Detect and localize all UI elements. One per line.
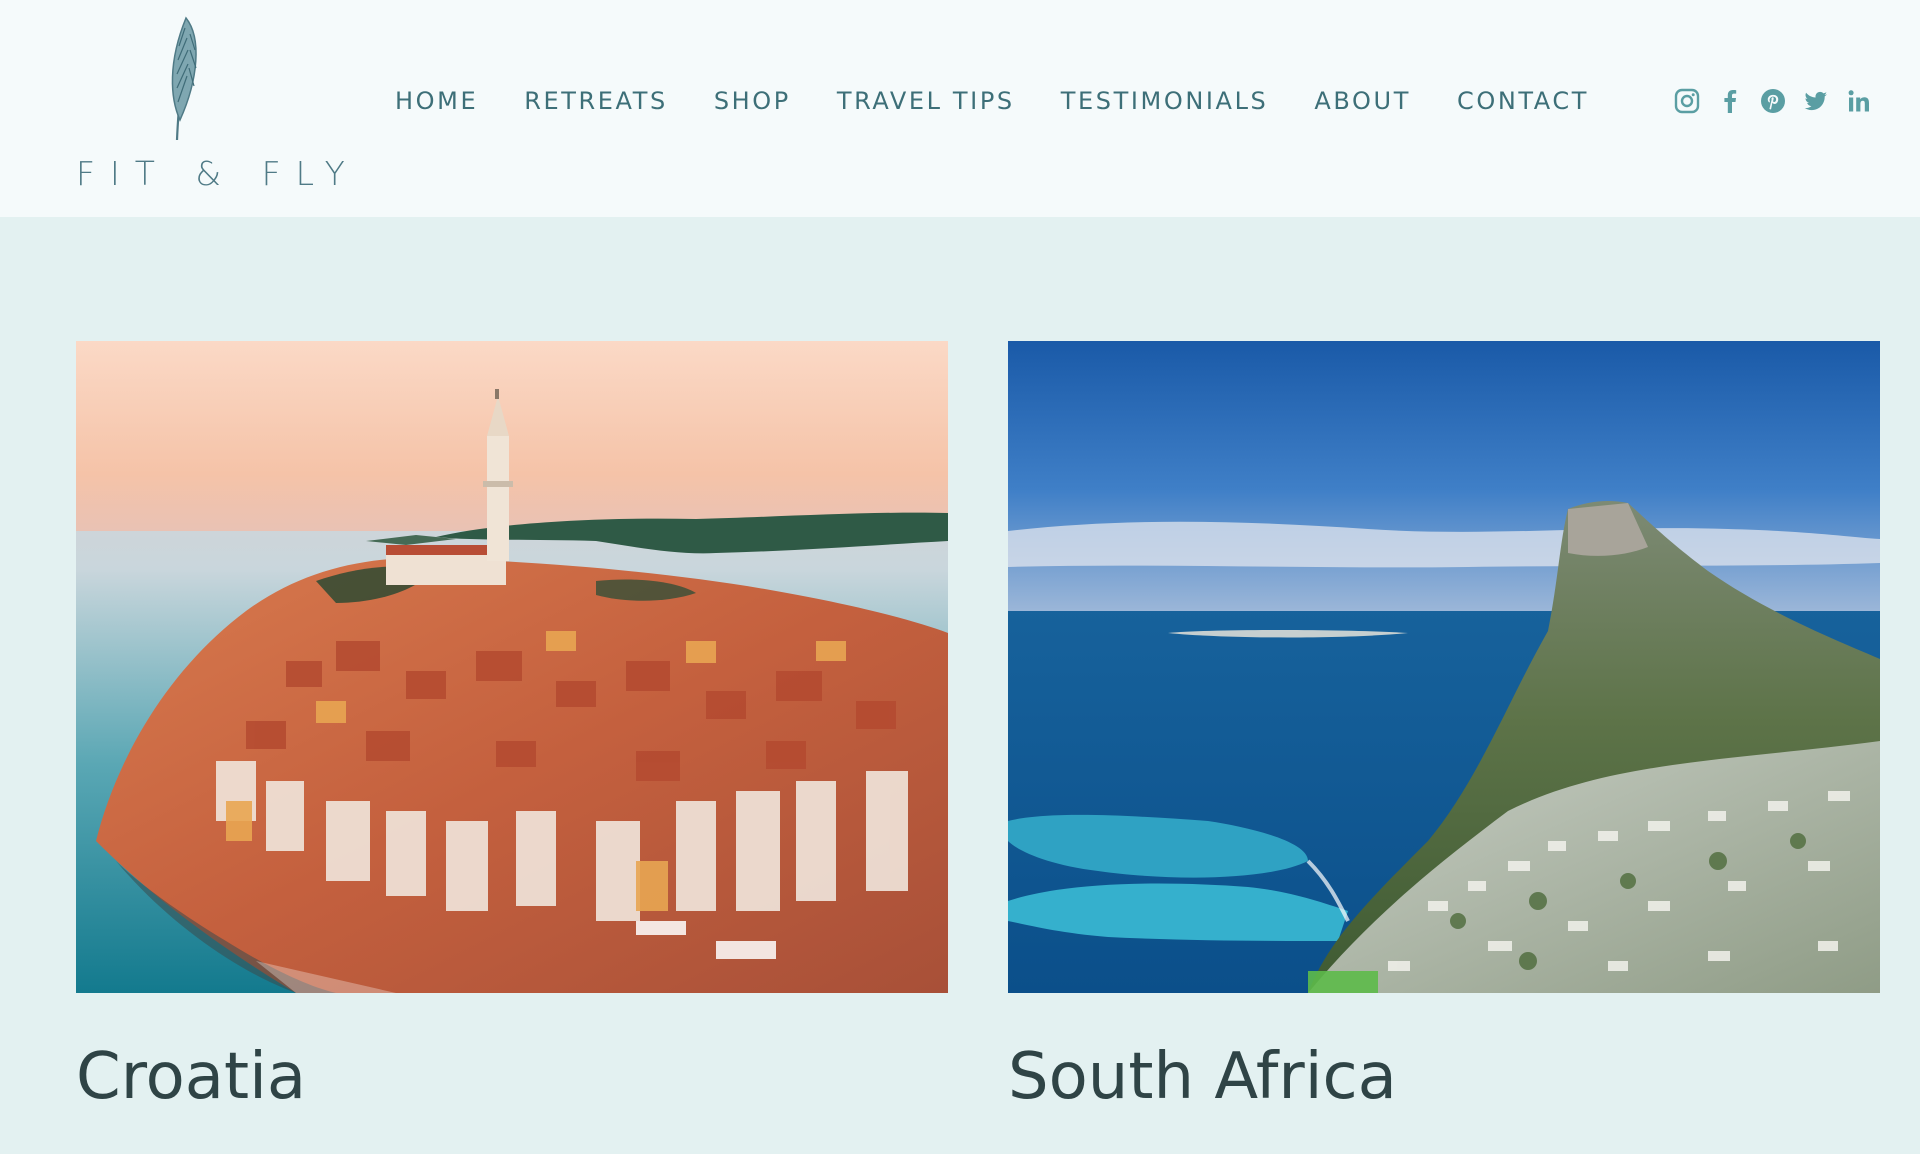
destination-card-croatia[interactable]: Croatia [76,341,948,1109]
site-header: FIT & FLY HOME RETREATS SHOP TRAVEL TIPS… [0,0,1920,217]
linkedin-icon[interactable] [1846,88,1872,114]
destination-title-south-africa[interactable]: South Africa [1008,1045,1880,1109]
nav-item-testimonials[interactable]: TESTIMONIALS [1061,86,1269,116]
social-links [1674,88,1872,114]
nav-item-travel-tips[interactable]: TRAVEL TIPS [837,86,1015,116]
destination-card-south-africa[interactable]: South Africa [1008,341,1880,1109]
nav-item-shop[interactable]: SHOP [714,86,791,116]
twitter-icon[interactable] [1803,88,1829,114]
nav-item-contact[interactable]: CONTACT [1457,86,1589,116]
brand-name: FIT & FLY [76,154,360,193]
nav-item-retreats[interactable]: RETREATS [524,86,668,116]
nav-item-home[interactable]: HOME [395,86,478,116]
site-logo[interactable]: FIT & FLY [72,16,345,196]
nav-item-about[interactable]: ABOUT [1314,86,1411,116]
destination-title-croatia[interactable]: Croatia [76,1045,948,1109]
main-nav: HOME RETREATS SHOP TRAVEL TIPS TESTIMONI… [395,86,1589,116]
destination-photo-south-africa[interactable] [1008,341,1880,993]
destination-photo-croatia[interactable] [76,341,948,993]
feather-icon [171,16,197,141]
facebook-icon[interactable] [1717,88,1743,114]
instagram-icon[interactable] [1674,88,1700,114]
pinterest-icon[interactable] [1760,88,1786,114]
